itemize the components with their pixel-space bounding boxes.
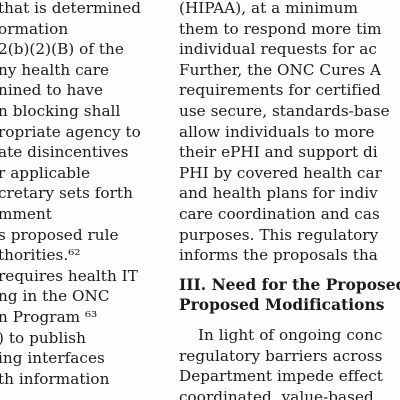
left-line-11: mment	[0, 204, 52, 223]
right-line-5: requirements for certified	[179, 81, 381, 100]
right-line-9: PHI by covered health car	[179, 163, 382, 182]
right-line-12: purposes. This regulatory	[179, 225, 379, 244]
left-line-10: cretary sets forth	[0, 184, 133, 203]
right-line-3: individual requests for ac	[179, 40, 377, 59]
left-line-18: ing interfaces	[0, 349, 105, 368]
document-page: that is determined ormation 2(b)(2)(B) o…	[0, 0, 400, 400]
left-line-6: n blocking shall	[0, 101, 121, 120]
right-line-1: (HIPAA), at a minimum	[179, 0, 358, 17]
left-line-7: ropriate agency to	[0, 122, 141, 141]
left-line-20: ...	[0, 390, 13, 400]
left-line-3: 2(b)(2)(B) of the	[0, 40, 124, 59]
left-text-column: that is determined ormation 2(b)(2)(B) o…	[0, 0, 160, 400]
left-line-17: ) to publish	[0, 328, 86, 347]
left-line-9: r applicable	[0, 163, 91, 182]
right-line-8: their ePHI and support di	[179, 143, 378, 162]
left-line-14: requires health IT	[0, 266, 138, 285]
right-text-column: (HIPAA), at a minimum them to respond mo…	[179, 0, 400, 400]
left-line-8: ate disincentives	[0, 143, 129, 162]
right-line-10: and health plans for indiv	[179, 184, 378, 203]
left-line-5: nined to have	[0, 81, 104, 100]
body-line-4: coordinated, value-based	[179, 387, 374, 400]
heading-gap	[179, 316, 400, 325]
section-heading-line-1: III. Need for the Proposed	[179, 275, 400, 294]
left-line-2: ormation	[0, 19, 69, 38]
left-line-16: n Program ⁶³	[0, 307, 98, 326]
body-line-2: regulatory barriers across	[179, 346, 383, 365]
right-line-11: care coordination and cas	[179, 204, 380, 223]
left-line-19: th information	[0, 369, 110, 388]
left-line-1: that is determined	[0, 0, 142, 17]
right-line-6: use secure, standards-base	[179, 101, 390, 120]
left-line-13: thorities.⁶²	[0, 246, 81, 265]
body-line-3: Department impede effect	[179, 367, 383, 386]
left-line-12: s proposed rule	[0, 225, 119, 244]
body-line-1: In light of ongoing conc	[198, 325, 383, 344]
section-heading-line-2: Proposed Modifications	[179, 296, 385, 315]
right-line-2: them to respond more tim	[179, 19, 382, 38]
right-line-13: informs the proposals tha	[179, 246, 378, 265]
right-line-4: Further, the ONC Cures A	[179, 60, 382, 79]
left-line-4: ny health care	[0, 60, 110, 79]
right-line-7: allow individuals to more	[179, 122, 375, 141]
left-line-15: ng in the ONC	[0, 287, 110, 306]
